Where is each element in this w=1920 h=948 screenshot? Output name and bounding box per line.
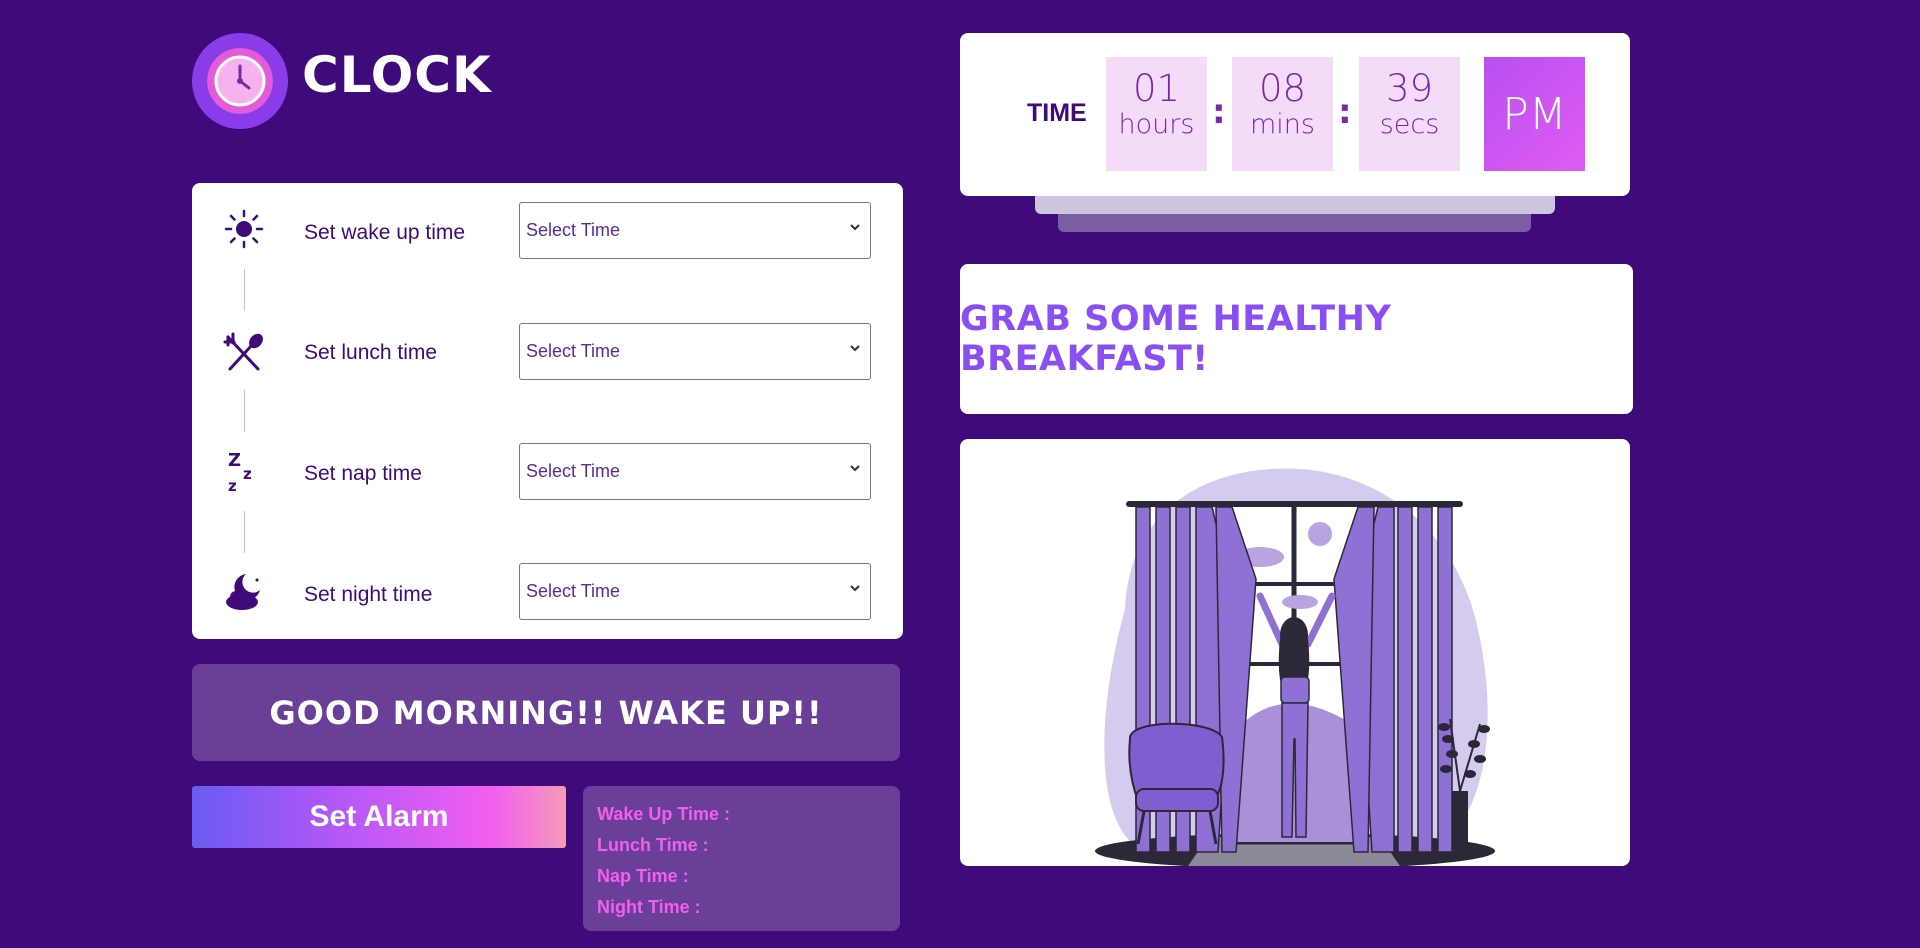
hours-value: 01 (1132, 67, 1181, 110)
secs-box: 39 secs (1359, 57, 1460, 171)
chevron-down-icon (850, 345, 860, 352)
wake-up-label: Set wake up time (304, 221, 466, 244)
time-separator: : (1212, 92, 1226, 132)
secs-value: 39 (1385, 67, 1434, 110)
alarm-message: GOOD MORNING!! WAKE UP!! (192, 664, 900, 761)
time-separator: : (1338, 92, 1352, 132)
row-divider (244, 390, 245, 432)
chevron-down-icon (850, 585, 860, 592)
summary-night: Night Time : (597, 897, 701, 917)
summary-lunch: Lunch Time : (597, 835, 709, 855)
night-time-select[interactable]: Select Time (519, 563, 871, 620)
summary-wake-up: Wake Up Time : (597, 804, 731, 824)
mins-value: 08 (1258, 67, 1307, 110)
wake-up-select-value: Select Time (526, 220, 621, 240)
lunch-select-value: Select Time (526, 341, 621, 361)
set-alarm-button[interactable]: Set Alarm (192, 786, 566, 848)
hours-unit: hours (1118, 109, 1195, 140)
fork-spoon-icon (222, 331, 266, 375)
nap-select-value: Select Time (526, 461, 621, 481)
mins-box: 08 mins (1232, 57, 1333, 171)
secs-unit: secs (1379, 109, 1440, 140)
row-divider (244, 511, 245, 553)
zzz-icon: Z z z (222, 449, 266, 495)
summary-nap: Nap Time : (597, 866, 689, 886)
lunch-label: Set lunch time (304, 341, 438, 364)
mins-unit: mins (1250, 109, 1315, 140)
alarm-summary: Wake Up Time : Lunch Time : Nap Time : N… (583, 786, 900, 931)
lunch-time-select[interactable]: Select Time (519, 323, 871, 380)
night-select-value: Select Time (526, 581, 621, 601)
svg-text:Z: Z (228, 450, 241, 471)
wake-up-time-select[interactable]: Select Time (519, 202, 871, 259)
hours-box: 01 hours (1106, 57, 1207, 171)
moon-cloud-icon (222, 570, 266, 614)
clock-logo-icon (192, 33, 288, 129)
morning-illustration (960, 439, 1630, 866)
chevron-down-icon (850, 224, 860, 231)
row-divider (244, 269, 245, 311)
logo-text: CLOCK (302, 46, 492, 104)
night-label: Set night time (304, 583, 433, 606)
time-label: TIME (1027, 99, 1087, 127)
svg-text:z: z (243, 465, 252, 483)
activity-banner: GRAB SOME HEALTHY BREAKFAST! (960, 264, 1633, 414)
nap-time-select[interactable]: Select Time (519, 443, 871, 500)
chevron-down-icon (850, 465, 860, 472)
svg-text:z: z (228, 477, 237, 493)
am-pm-indicator: PM (1484, 57, 1585, 171)
nap-label: Set nap time (304, 462, 422, 485)
sun-icon (222, 207, 266, 251)
